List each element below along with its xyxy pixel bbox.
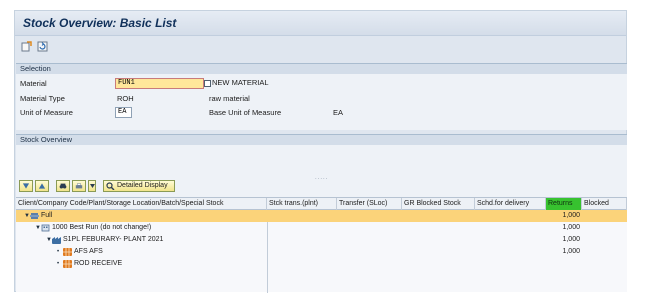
value-help-icon[interactable] (204, 80, 211, 87)
material-type-row: Material Type (20, 93, 65, 104)
expand-all-button[interactable] (19, 179, 33, 192)
storage-icon (63, 260, 72, 268)
plant-icon (52, 237, 61, 244)
table-row[interactable]: • AFS AFS 1,000 (16, 246, 627, 258)
detailed-display-label: Detailed Display (117, 182, 168, 189)
material-type-description: raw material (209, 94, 250, 103)
screenshot-canvas: Stock Overview: Basic List Selection Mat… (0, 0, 655, 301)
stack-icon (30, 213, 39, 219)
expand-all-icon (22, 182, 30, 189)
storage-icon (63, 248, 72, 256)
returns-value: 1,000 (562, 212, 580, 219)
tree-cell: ▼ S1PL FEBURARY- PLANT 2021 (16, 234, 163, 246)
tree-cell: • AFS AFS (16, 246, 103, 258)
tree-label: 1000 Best Run (do not change!) (52, 224, 152, 231)
material-input[interactable]: FUN1 (115, 78, 204, 89)
print-button[interactable] (72, 179, 86, 192)
returns-value: 1,000 (562, 224, 580, 231)
uom-input[interactable]: EA (115, 107, 132, 118)
column-header-hierarchy[interactable]: Client/Company Code/Plant/Storage Locati… (16, 198, 267, 210)
detailed-display-button[interactable]: Detailed Display (103, 179, 175, 192)
new-selection-icon[interactable] (20, 40, 32, 52)
material-description: NEW MATERIAL (212, 78, 269, 87)
material-type-label: Material Type (20, 94, 65, 103)
tree-cell: • ROD RECEIVE (16, 258, 122, 270)
stock-tree-grid: Client/Company Code/Plant/Storage Locati… (16, 197, 627, 293)
find-button[interactable] (56, 179, 70, 192)
column-header-scheduled-delivery[interactable]: Schd.for delivery (475, 198, 546, 210)
tree-cell: ▼ Full (16, 210, 52, 222)
selection-group: Selection Material FUN1 NEW MATERIAL Mat… (16, 63, 627, 130)
tree-label: AFS AFS (74, 248, 103, 255)
uom-label: Unit of Measure (20, 108, 73, 117)
material-label: Material (20, 79, 47, 88)
sap-window: Stock Overview: Basic List Selection Mat… (14, 10, 627, 293)
tree-label: ROD RECEIVE (74, 260, 123, 267)
tree-label: S1PL FEBURARY- PLANT 2021 (63, 236, 164, 243)
column-header-stock-transfer-plant[interactable]: Stck trans.(plnt) (267, 198, 337, 210)
splitter-handle[interactable]: ..... (315, 175, 328, 181)
base-uom-value: EA (333, 108, 344, 117)
material-row: Material (20, 78, 47, 89)
returns-value: 1,000 (562, 236, 580, 243)
column-header-transfer-sloc[interactable]: Transfer (SLoc) (337, 198, 402, 210)
table-row[interactable]: ▼ Full 1,000 (16, 210, 627, 222)
refresh-icon[interactable] (36, 40, 48, 52)
material-type-value: ROH (117, 94, 134, 103)
selection-group-header: Selection (16, 64, 627, 74)
printer-icon (75, 182, 83, 188)
company-icon (41, 224, 50, 232)
binoculars-icon (59, 183, 67, 189)
stock-overview-header: Stock Overview (16, 135, 627, 145)
table-row[interactable]: ▼ 1000 Best Run (do not change!) 1,000 (16, 222, 627, 234)
table-row[interactable]: ▼ S1PL FEBURARY- PLANT 2021 1,000 (16, 234, 627, 246)
alv-toolbar: Detailed Display (19, 179, 175, 192)
base-uom-label: Base Unit of Measure (209, 108, 282, 117)
magnifier-icon (106, 181, 115, 190)
chevron-down-icon (89, 183, 95, 188)
tree-cell: ▼ 1000 Best Run (do not change!) (16, 222, 151, 234)
returns-value: 1,000 (562, 248, 580, 255)
column-header-returns[interactable]: Returns (546, 198, 582, 210)
table-row[interactable]: • ROD RECEIVE (16, 258, 627, 270)
uom-row: Unit of Measure (20, 107, 73, 118)
column-header-gr-blocked-stock[interactable]: GR Blocked Stock (402, 198, 475, 210)
tree-label: Full (41, 212, 53, 219)
page-title: Stock Overview: Basic List (23, 16, 177, 30)
title-bar: Stock Overview: Basic List (15, 11, 626, 36)
column-header-blocked[interactable]: Blocked (582, 198, 627, 210)
collapse-all-icon (38, 182, 46, 189)
grid-header: Client/Company Code/Plant/Storage Locati… (16, 198, 627, 210)
print-dropdown-button[interactable] (88, 179, 96, 192)
collapse-all-button[interactable] (35, 179, 49, 192)
application-toolbar (15, 36, 626, 56)
